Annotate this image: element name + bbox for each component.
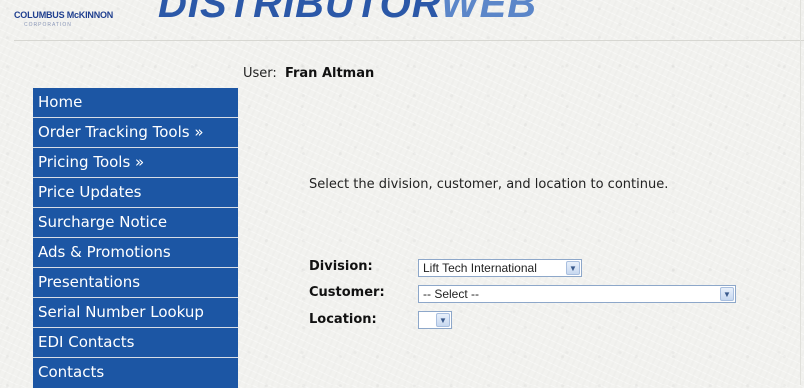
nav-item-surcharge-notice[interactable]: Surcharge Notice [33, 208, 238, 238]
chevron-down-icon[interactable]: ▼ [720, 287, 734, 301]
nav-item-pricing-tools[interactable]: Pricing Tools » [33, 148, 238, 178]
header-divider [14, 40, 804, 41]
nav-item-edi-contacts[interactable]: EDI Contacts [33, 328, 238, 358]
logo-subtext: CORPORATION [24, 22, 72, 28]
chevron-down-icon[interactable]: ▼ [566, 261, 580, 275]
banner-text-main: DISTRIBUTOR [158, 0, 441, 26]
nav-item-presentations[interactable]: Presentations [33, 268, 238, 298]
division-selected-value: Lift Tech International [423, 261, 537, 275]
customer-select[interactable]: -- Select -- ▼ [418, 285, 736, 303]
customer-label: Customer: [309, 285, 385, 300]
right-border [800, 0, 801, 385]
sidebar-nav: Home Order Tracking Tools » Pricing Tool… [33, 88, 238, 388]
location-select[interactable]: ▼ [418, 311, 452, 329]
user-label: User: [243, 66, 277, 81]
nav-item-home[interactable]: Home [33, 88, 238, 118]
location-label: Location: [309, 312, 377, 327]
instruction-text: Select the division, customer, and locat… [309, 177, 669, 192]
nav-item-order-tracking-tools[interactable]: Order Tracking Tools » [33, 118, 238, 148]
logo-text: COLUMBUS McKINNON [14, 10, 114, 20]
nav-item-price-updates[interactable]: Price Updates [33, 178, 238, 208]
division-label: Division: [309, 259, 373, 274]
nav-item-serial-number-lookup[interactable]: Serial Number Lookup [33, 298, 238, 328]
nav-item-contacts[interactable]: Contacts [33, 358, 238, 388]
banner-text-web: WEB [440, 0, 538, 26]
nav-item-ads-promotions[interactable]: Ads & Promotions [33, 238, 238, 268]
chevron-down-icon[interactable]: ▼ [436, 313, 450, 327]
user-info: User: Fran Altman [243, 66, 374, 81]
customer-selected-value: -- Select -- [423, 287, 480, 301]
user-name: Fran Altman [284, 66, 375, 81]
page-header: COLUMBUS McKINNON CORPORATION DISTRIBUTO… [0, 0, 804, 42]
site-banner: DISTRIBUTORWEB [158, 0, 537, 24]
division-select[interactable]: Lift Tech International ▼ [418, 259, 582, 277]
company-logo[interactable]: COLUMBUS McKINNON CORPORATION [14, 0, 164, 40]
